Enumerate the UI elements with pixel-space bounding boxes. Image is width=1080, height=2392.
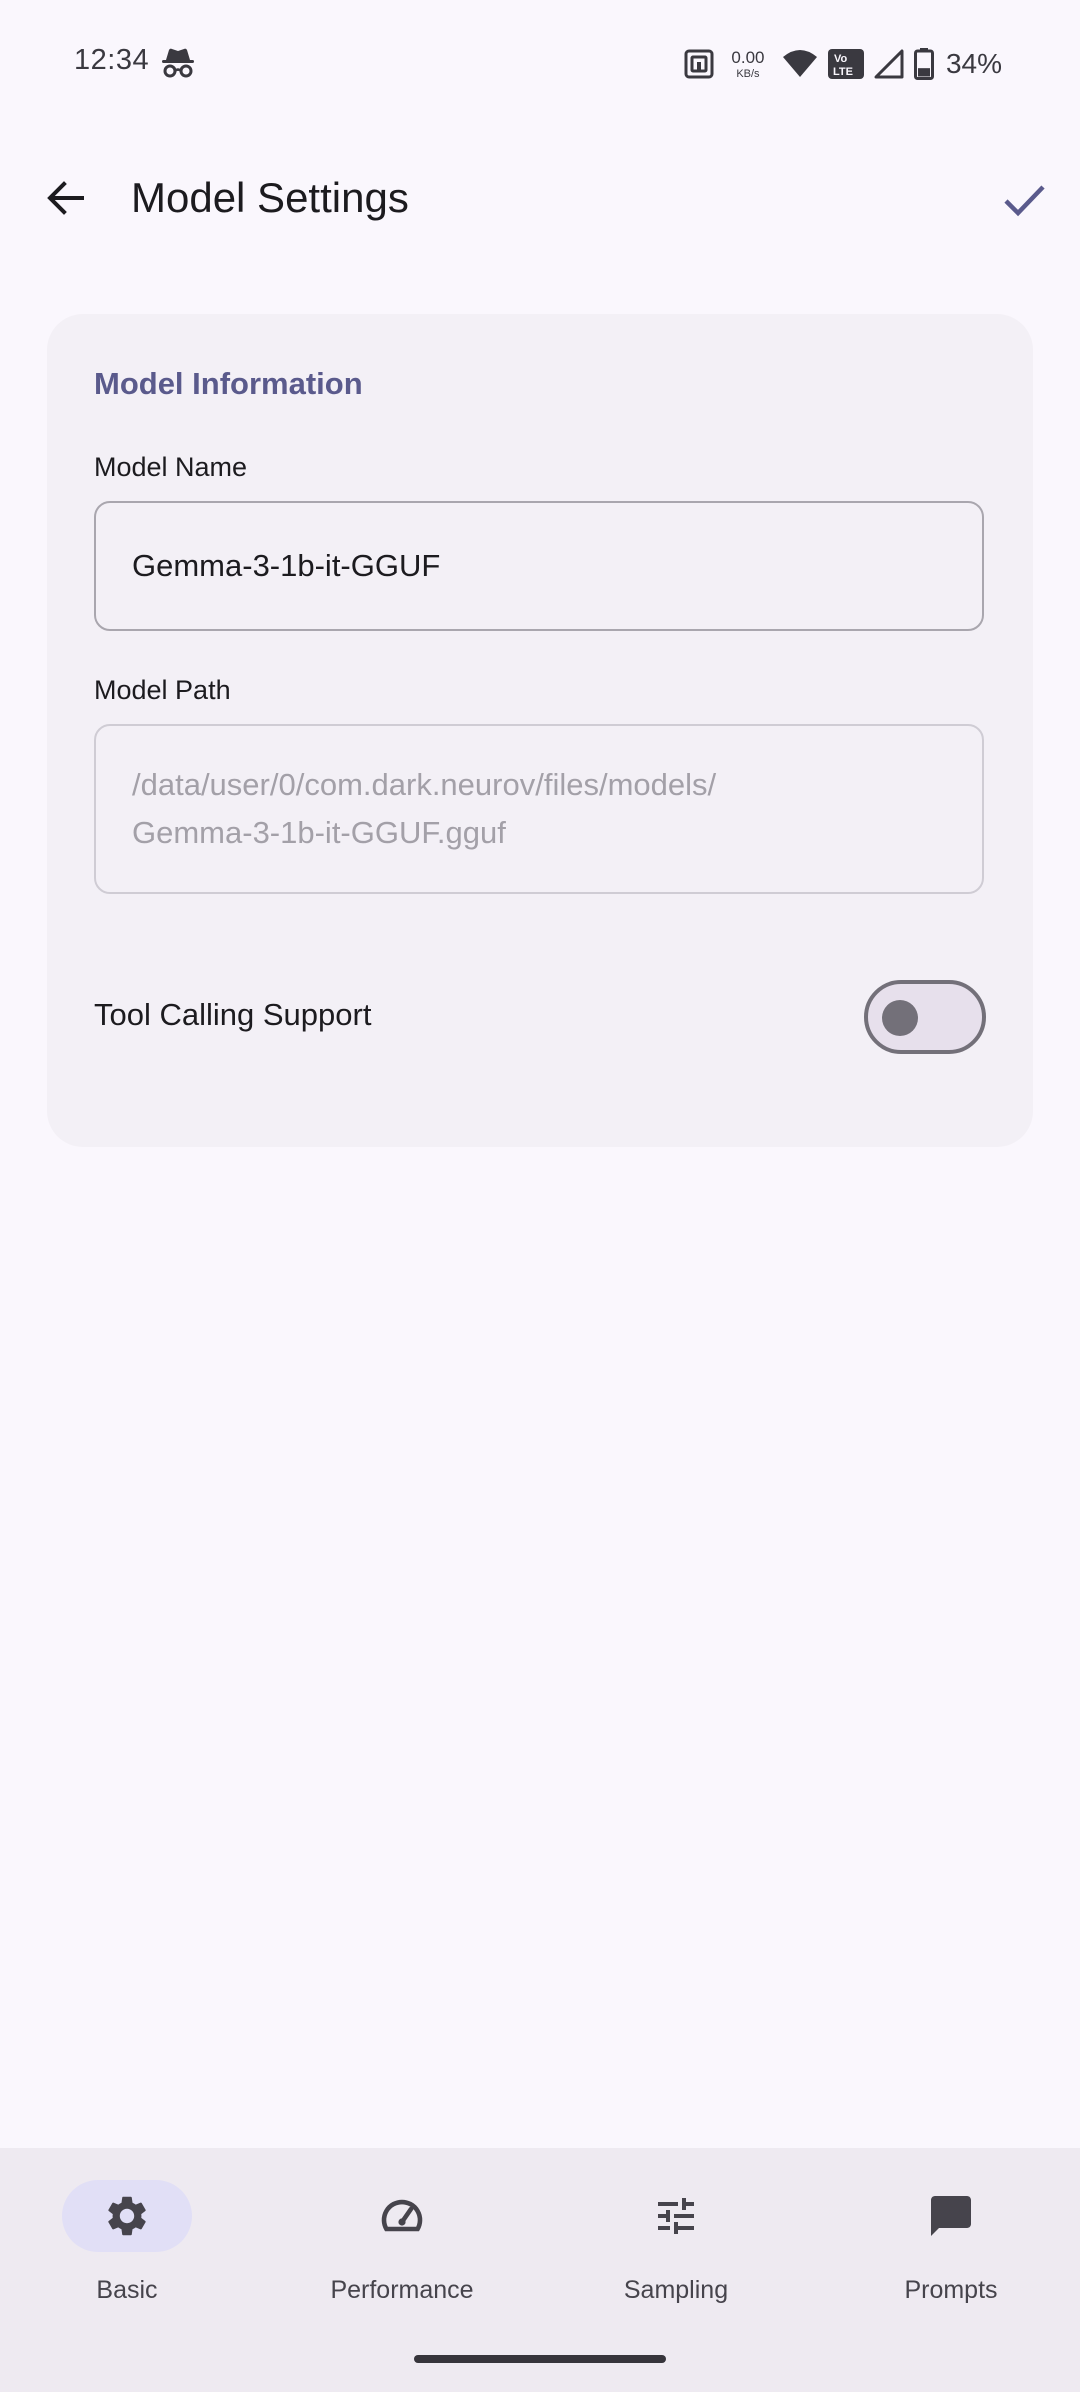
status-bar: 12:34 0.00 KB/s Vo LTE 34% xyxy=(0,0,1080,126)
tool-calling-switch[interactable] xyxy=(864,980,986,1054)
nav-label-performance: Performance xyxy=(330,2276,474,2304)
model-name-label: Model Name xyxy=(94,452,248,482)
gesture-navigation-bar[interactable] xyxy=(414,2355,666,2363)
nav-item-basic[interactable]: Basic xyxy=(17,2180,237,2320)
gear-icon xyxy=(108,2196,146,2236)
top-app-bar: Model Settings xyxy=(0,140,1080,260)
back-button[interactable] xyxy=(30,162,102,234)
nav-item-sampling[interactable]: Sampling xyxy=(566,2180,786,2320)
battery-icon xyxy=(913,48,934,80)
model-path-field: /data/user/0/com.dark.neurov/files/model… xyxy=(94,724,984,894)
nav-item-performance[interactable]: Performance xyxy=(292,2180,512,2320)
nav-label-basic: Basic xyxy=(96,2276,158,2304)
status-time: 12:34 xyxy=(74,44,150,76)
nav-label-sampling: Sampling xyxy=(623,2276,729,2304)
model-path-value: /data/user/0/com.dark.neurov/files/model… xyxy=(132,767,717,850)
nav-label-prompts: Prompts xyxy=(904,2276,998,2304)
tool-calling-label: Tool Calling Support xyxy=(94,997,372,1032)
network-speed-value: 0.00 xyxy=(731,47,765,67)
svg-text:LTE: LTE xyxy=(833,66,853,78)
battery-percent: 34% xyxy=(945,48,1002,79)
chat-bubble-icon xyxy=(931,2196,971,2236)
svg-text:Vo: Vo xyxy=(834,53,848,65)
arrow-back-icon xyxy=(47,181,84,215)
model-name-value: Gemma-3-1b-it-GGUF xyxy=(132,548,441,583)
network-speed-unit: KB/s xyxy=(736,67,760,80)
switch-thumb xyxy=(882,1000,918,1036)
save-button[interactable] xyxy=(986,162,1062,238)
nfc-icon xyxy=(684,49,714,79)
incognito-icon xyxy=(162,48,194,78)
network-speed: 0.00 KB/s xyxy=(724,49,772,80)
model-information-card: Model Information Model Name Gemma-3-1b-… xyxy=(47,314,1033,1147)
page-title: Model Settings xyxy=(131,174,409,221)
signal-icon xyxy=(874,49,904,79)
volte-icon: Vo LTE xyxy=(827,49,864,79)
section-title: Model Information xyxy=(94,366,363,401)
model-path-label: Model Path xyxy=(94,675,231,705)
check-icon xyxy=(1004,185,1045,217)
sliders-icon xyxy=(658,2198,694,2234)
nav-item-prompts[interactable]: Prompts xyxy=(841,2180,1061,2320)
model-name-field[interactable]: Gemma-3-1b-it-GGUF xyxy=(94,501,984,631)
status-icons: 0.00 KB/s Vo LTE 34% xyxy=(684,42,1002,86)
wifi-icon xyxy=(782,50,817,77)
speedometer-icon xyxy=(381,2199,423,2232)
